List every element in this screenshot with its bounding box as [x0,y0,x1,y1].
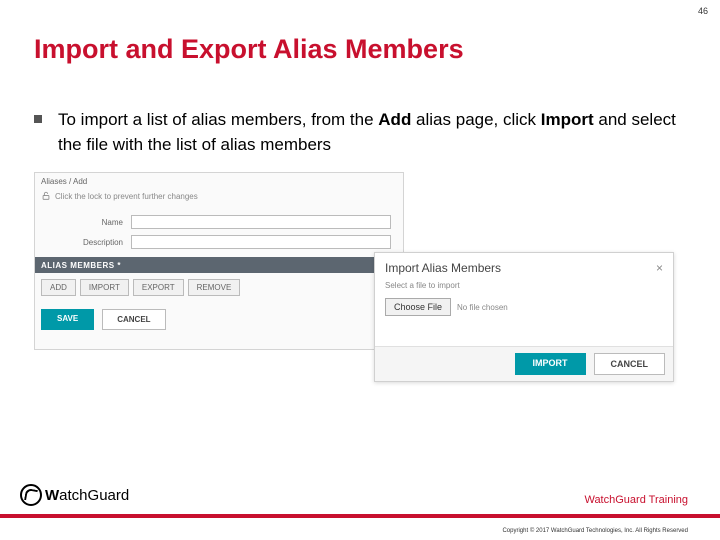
lock-row[interactable]: Click the lock to prevent further change… [41,191,198,201]
modal-title: Import Alias Members [385,261,501,275]
add-button[interactable]: ADD [41,279,76,296]
lock-icon [41,191,51,201]
lock-text: Click the lock to prevent further change… [55,192,198,201]
alias-members-header: ALIAS MEMBERS * [35,257,403,273]
cancel-button[interactable]: CANCEL [102,309,165,330]
name-row: Name [41,215,391,229]
alias-add-panel: Aliases / Add Click the lock to prevent … [34,172,404,350]
member-toolbar: ADD IMPORT EXPORT REMOVE [41,279,240,296]
footer-divider [0,514,720,518]
slide-title: Import and Export Alias Members [34,34,464,65]
bullet-item: To import a list of alias members, from … [34,108,682,157]
import-button[interactable]: IMPORT [80,279,129,296]
breadcrumb: Aliases / Add [41,177,87,186]
modal-cancel-button[interactable]: CANCEL [594,353,666,375]
name-label: Name [41,218,131,227]
import-modal: Import Alias Members × Select a file to … [374,252,674,382]
brand-logo: WatchGuard [20,484,129,506]
modal-actions: IMPORT CANCEL [375,346,673,381]
bullet-text: To import a list of alias members, from … [58,108,682,157]
brand-mark-icon [20,484,42,506]
screenshot-area: Aliases / Add Click the lock to prevent … [34,172,682,402]
description-input[interactable] [131,235,391,249]
modal-import-button[interactable]: IMPORT [515,353,586,375]
choose-file-button[interactable]: Choose File [385,298,451,316]
training-label: WatchGuard Training [584,494,688,506]
remove-button[interactable]: REMOVE [188,279,241,296]
file-picker-row: Choose File No file chosen [375,298,673,316]
description-row: Description [41,235,391,249]
modal-subtitle: Select a file to import [375,279,673,298]
close-icon[interactable]: × [656,261,663,275]
export-button[interactable]: EXPORT [133,279,184,296]
copyright-text: Copyright © 2017 WatchGuard Technologies… [502,528,688,534]
brand-wordmark: WatchGuard [45,487,129,504]
save-button[interactable]: SAVE [41,309,94,330]
bullet-marker [34,115,42,123]
name-input[interactable] [131,215,391,229]
action-bar: SAVE CANCEL [41,309,166,330]
description-label: Description [41,238,131,247]
no-file-label: No file chosen [457,303,508,312]
page-number: 46 [698,6,708,16]
